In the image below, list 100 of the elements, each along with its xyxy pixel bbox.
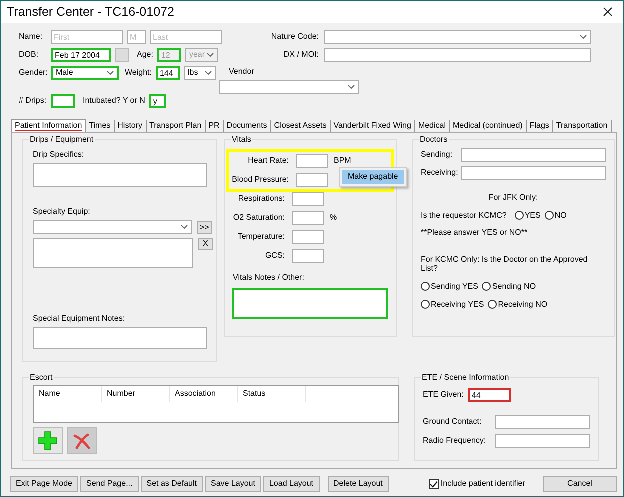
ground-contact-field[interactable] [495,415,590,429]
option-label: Sending YES [431,282,478,292]
field-label: Receiving: [421,168,460,178]
radio-frequency-field[interactable] [495,434,590,448]
column-header[interactable]: Number [102,386,170,402]
group-title: Escort [29,372,54,383]
footer-button[interactable]: Save Layout [205,476,262,492]
group-title: Doctors [419,134,449,145]
footer-button[interactable]: Set as Default [140,476,203,492]
radio-button[interactable] [544,210,554,220]
last-name-field[interactable]: Last [150,30,222,44]
close-button[interactable] [603,7,613,17]
field-label: O2 Saturation: [232,213,285,223]
field-label: Age: [137,50,154,60]
date-picker-button[interactable] [115,48,129,62]
group-title: Vitals [231,134,252,145]
field-label: Special Equipment Notes: [33,314,126,324]
field-label: ETE Given: [423,390,464,400]
dropdown[interactable] [33,220,192,234]
sending-doctor-field[interactable] [461,148,606,162]
vital-field[interactable] [296,154,328,168]
vital-field[interactable] [292,192,324,206]
dropdown[interactable]: Male [51,66,119,80]
receiving-doctor-field[interactable] [461,166,606,180]
weight-field[interactable]: 144 [156,66,180,80]
field-label: Blood Pressure: [231,175,289,185]
option-label: Sending NO [492,282,536,292]
footer-button[interactable]: Load Layout [263,476,320,492]
field-label: Specialty Equip: [33,206,92,216]
intubated-field[interactable]: y [149,94,166,108]
ete-given-field[interactable]: 44 [468,388,511,402]
option-label: YES [524,210,541,220]
field-label: Vitals Notes / Other: [233,273,306,283]
field-label: DOB: [19,50,40,60]
field-label: # Drips: [19,96,47,106]
remove-button[interactable]: X [198,238,214,250]
radio-button[interactable] [514,210,524,220]
unit-label: BPM [334,156,352,166]
footer-button[interactable]: Send Page... [80,476,139,492]
field-label: Radio Frequency: [423,436,488,446]
add-button[interactable]: >> [197,220,212,234]
chevron-icon [207,53,214,57]
tab[interactable]: Patient Information [11,119,86,132]
column-header[interactable]: Status [238,386,306,402]
drips-field[interactable] [51,94,75,108]
note-text: **Please answer YES or NO** [421,228,529,238]
dropdown[interactable] [324,30,591,44]
window-title: Transfer Center - TC16-01072 [7,4,174,20]
radio-button[interactable] [421,300,430,309]
chevron-icon [580,35,587,39]
group-title: ETE / Scene Information [421,372,510,383]
escort-list[interactable]: Name Number Association Status [33,385,399,423]
question-label: For KCMC Only: Is the Doctor on the Approved List? [421,254,589,274]
chevron-icon [348,84,355,89]
vital-field[interactable] [292,230,324,244]
chevron-icon [107,71,114,75]
cancel-button[interactable]: Cancel [543,476,617,492]
unit-label: % [330,213,338,223]
field-label: GCS: [264,251,285,261]
field-label: Vendor [229,67,256,77]
chevron-icon [181,225,188,230]
dropdown[interactable]: lbs [184,66,216,80]
add-button[interactable] [33,427,63,454]
vital-field[interactable] [296,173,328,187]
checkbox-label: Include patient identifier [440,479,526,489]
dx-moi-field[interactable] [324,48,591,62]
checkbox[interactable] [428,479,439,489]
field-label: Ground Contact: [423,417,483,427]
first-name-field[interactable]: First [51,30,123,44]
vital-field[interactable] [292,211,324,225]
group-title: Drips / Equipment [29,134,95,145]
equipment-notes-field[interactable] [33,326,207,349]
question-label: Is the requestor KCMC? [421,210,507,220]
drip-specifics-field[interactable] [33,162,207,187]
field-label: Name: [19,32,44,42]
footer-button[interactable]: Delete Layout [328,476,389,492]
field-label: Nature Code: [270,32,319,42]
field-label: Respirations: [237,194,285,204]
plus-icon [38,430,58,450]
vitals-notes-field[interactable] [232,288,388,319]
close-icon [603,7,613,17]
menu-item[interactable]: Make pagable [342,170,404,184]
footer-button[interactable]: Exit Page Mode [10,476,78,492]
option-label: Receiving NO [498,300,548,310]
dropdown[interactable] [219,80,359,94]
radio-button[interactable] [421,282,430,292]
radio-button[interactable] [488,300,498,309]
equipment-list[interactable] [33,238,193,268]
date-field[interactable]: Feb 17 2004 [51,48,111,62]
radio-button[interactable] [482,282,492,292]
field-label: Heart Rate: [247,156,289,166]
field-label: Temperature: [236,232,285,242]
vital-field[interactable] [292,249,324,263]
column-header[interactable]: Association [170,386,238,402]
field-label: Drip Specifics: [33,150,84,159]
column-header[interactable]: Name [34,386,102,402]
field-label: Sending: [421,150,454,160]
middle-initial-field[interactable]: M [127,30,146,44]
field-label: DX / MOI: [282,50,319,60]
option-label: NO [554,210,567,220]
